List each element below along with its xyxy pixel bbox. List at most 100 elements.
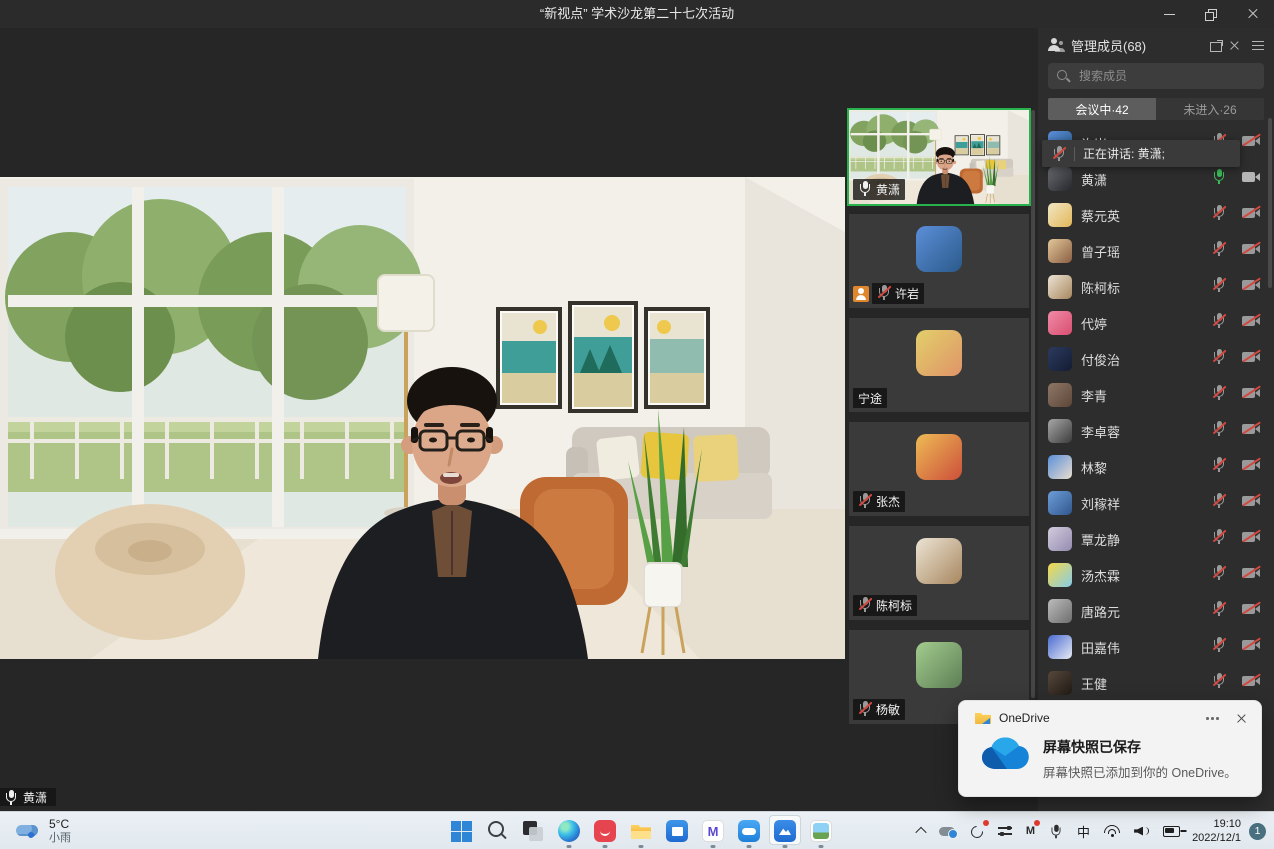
file-explorer[interactable]: [623, 812, 659, 849]
camera-status-icon[interactable]: [1242, 278, 1261, 296]
member-row[interactable]: 王健: [1038, 665, 1274, 701]
microsoft-store[interactable]: [659, 812, 695, 849]
meeting-app[interactable]: [767, 812, 803, 849]
camera-status-icon[interactable]: [1242, 386, 1261, 404]
cloud-drive-app[interactable]: [731, 812, 767, 849]
camera-status-icon[interactable]: [1242, 494, 1261, 512]
camera-status-icon[interactable]: [1242, 566, 1261, 584]
mic-status-icon[interactable]: [1212, 313, 1226, 333]
member-row[interactable]: 曾子瑶: [1038, 233, 1274, 269]
member-row[interactable]: 李青: [1038, 377, 1274, 413]
tab-not-joined[interactable]: 未进入·26: [1156, 98, 1264, 120]
m-app-tray-icon[interactable]: M: [1019, 812, 1042, 849]
video-tile[interactable]: 陈柯标: [849, 526, 1029, 620]
notification-more-icon[interactable]: [1206, 716, 1220, 720]
camera-status-icon[interactable]: [1242, 638, 1261, 656]
member-row[interactable]: 付俊治: [1038, 341, 1274, 377]
video-tile[interactable]: 许岩: [849, 214, 1029, 308]
mic-status-icon[interactable]: [1212, 493, 1226, 513]
member-avatar: [1048, 527, 1072, 551]
camera-status-icon[interactable]: [1242, 242, 1261, 260]
taskbar-search[interactable]: [479, 812, 515, 849]
huawei-app[interactable]: [587, 812, 623, 849]
mic-status-icon[interactable]: [1212, 349, 1226, 369]
mic-status-icon[interactable]: [1212, 673, 1226, 693]
task-view[interactable]: [515, 812, 551, 849]
member-row[interactable]: 代婷: [1038, 305, 1274, 341]
camera-status-icon[interactable]: [1242, 530, 1261, 548]
volume-icon[interactable]: [1127, 812, 1156, 849]
panel-scrollbar[interactable]: [1268, 118, 1272, 288]
member-row[interactable]: 田嘉伟: [1038, 629, 1274, 665]
video-tile[interactable]: 张杰: [849, 422, 1029, 516]
mic-status-icon[interactable]: [1212, 241, 1226, 261]
speaker-video-frame: [0, 177, 845, 659]
panel-close-icon[interactable]: [1229, 40, 1240, 51]
camera-status-icon[interactable]: [1242, 314, 1261, 332]
mic-muted-icon: [877, 285, 891, 300]
camera-status-icon[interactable]: [1242, 422, 1261, 440]
mic-in-use-icon[interactable]: [1042, 812, 1070, 849]
mic-status-icon[interactable]: [1212, 277, 1226, 297]
mic-status-icon[interactable]: [1212, 421, 1226, 441]
mic-status-icon[interactable]: [1212, 601, 1226, 621]
mic-status-icon[interactable]: [1212, 385, 1226, 405]
member-row[interactable]: 汤杰霖: [1038, 557, 1274, 593]
member-name: 唐路元: [1081, 602, 1203, 621]
video-tile[interactable]: 宁途: [849, 318, 1029, 412]
edge-browser[interactable]: [551, 812, 587, 849]
mic-muted-icon: [858, 493, 872, 508]
member-row[interactable]: 林黎: [1038, 449, 1274, 485]
mic-muted-icon: [1212, 601, 1226, 616]
minimize-button[interactable]: [1148, 0, 1190, 28]
tray-chevron-up-icon[interactable]: [910, 812, 932, 849]
camera-status-icon[interactable]: [1242, 458, 1261, 476]
photos-app[interactable]: [803, 812, 839, 849]
notification-count-badge[interactable]: 1: [1249, 823, 1266, 840]
start-button[interactable]: [443, 812, 479, 849]
m-app[interactable]: M: [695, 812, 731, 849]
battery-icon[interactable]: [1156, 812, 1188, 849]
mic-status-icon[interactable]: [1212, 529, 1226, 549]
window-title: “新视点” 学术沙龙第二十七次活动: [0, 0, 1274, 28]
camera-status-icon[interactable]: [1242, 134, 1261, 152]
camera-status-icon[interactable]: [1242, 674, 1261, 692]
camera-status-icon[interactable]: [1242, 170, 1261, 188]
wifi-icon[interactable]: [1097, 812, 1127, 849]
member-search[interactable]: [1048, 63, 1264, 89]
mic-muted-icon: [1212, 385, 1226, 400]
mic-status-icon[interactable]: [1212, 637, 1226, 657]
popout-icon[interactable]: [1210, 40, 1223, 51]
search-input[interactable]: [1077, 68, 1255, 84]
notification-close-icon[interactable]: [1236, 713, 1247, 724]
member-row[interactable]: 唐路元: [1038, 593, 1274, 629]
camera-status-icon[interactable]: [1242, 350, 1261, 368]
onedrive-sync-icon[interactable]: [932, 812, 963, 849]
onedrive-notification[interactable]: OneDrive 屏幕快照已保存 屏幕快照已添加到你的 OneDrive。: [958, 700, 1262, 797]
camera-status-icon[interactable]: [1242, 602, 1261, 620]
clock[interactable]: 19:10 2022/12/1: [1192, 817, 1241, 846]
member-row[interactable]: 李卓蓉: [1038, 413, 1274, 449]
weather-widget[interactable]: 5°C 小雨: [10, 812, 77, 849]
close-button[interactable]: [1232, 0, 1274, 28]
restore-button[interactable]: [1190, 0, 1232, 28]
camera-status-icon[interactable]: [1242, 206, 1261, 224]
mic-status-icon[interactable]: [1212, 457, 1226, 477]
titlebar[interactable]: “新视点” 学术沙龙第二十七次活动: [0, 0, 1274, 28]
main-speaker-video[interactable]: [0, 177, 845, 659]
sync-alert-icon[interactable]: [963, 812, 991, 849]
panel-menu-icon[interactable]: [1252, 40, 1264, 50]
tab-in-meeting[interactable]: 会议中·42: [1048, 98, 1156, 120]
mic-status-icon[interactable]: [1212, 205, 1226, 225]
strip-scrollbar[interactable]: [1031, 110, 1035, 698]
mic-status-icon[interactable]: [1212, 169, 1226, 189]
ime-indicator[interactable]: 中: [1070, 812, 1097, 849]
mic-status-icon[interactable]: [1212, 565, 1226, 585]
notification-body: 屏幕快照已保存 屏幕快照已添加到你的 OneDrive。: [959, 725, 1261, 781]
video-tile[interactable]: 黄潇: [849, 110, 1029, 204]
member-row[interactable]: 陈柯标: [1038, 269, 1274, 305]
member-row[interactable]: 覃龙静: [1038, 521, 1274, 557]
mixer-tray-icon[interactable]: [991, 812, 1019, 849]
member-row[interactable]: 蔡元英: [1038, 197, 1274, 233]
member-row[interactable]: 刘稼祥: [1038, 485, 1274, 521]
